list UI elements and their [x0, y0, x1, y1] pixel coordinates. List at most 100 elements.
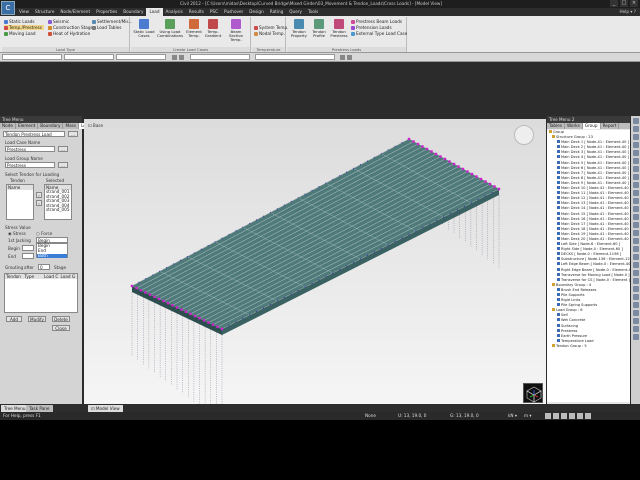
toolbar-icon[interactable] [179, 55, 184, 60]
delete-button[interactable]: Delete [52, 316, 70, 322]
view-tool-icon[interactable] [632, 246, 639, 252]
view-tool-icon[interactable] [632, 334, 639, 340]
static-loads-item[interactable]: Static Loads [4, 19, 35, 24]
view-tool-icon[interactable] [632, 286, 639, 292]
stress-radio[interactable]: ◉ Stress [8, 231, 26, 236]
add-button[interactable]: Add [6, 316, 22, 322]
view-tool-icon[interactable] [632, 126, 639, 132]
menu-view[interactable]: View [16, 8, 32, 16]
view-tool-icon[interactable] [632, 118, 639, 124]
force-radio[interactable]: ○ Force [36, 231, 52, 236]
view-tool-icon[interactable] [632, 302, 639, 308]
load-group-select[interactable]: Prestress [5, 162, 55, 168]
tab-boundary[interactable]: Boundary [38, 123, 64, 129]
selected-tendon-list[interactable]: Name strand_001 strand_002 strand_003 stran… [44, 184, 72, 220]
menu-boundary[interactable]: Boundary [120, 8, 146, 16]
tab-mass[interactable]: Mass [63, 123, 79, 129]
help-menu[interactable]: Help ▾ ? [619, 8, 636, 16]
status-unit-force[interactable]: kN ▾ [508, 412, 517, 420]
element-temp-button[interactable]: Element Temp. [185, 19, 203, 38]
tendon-list[interactable]: Name [6, 184, 34, 220]
view-tool-icon[interactable] [632, 262, 639, 268]
minimize-icon[interactable]: _ [610, 0, 618, 7]
seismic-item[interactable]: Seismic [48, 19, 69, 24]
menu-properties[interactable]: Properties [93, 8, 120, 16]
toolbar-field-3[interactable] [116, 54, 166, 60]
moving-load-item[interactable]: Moving Load [4, 31, 36, 36]
load-case-select[interactable]: Prestress [5, 146, 55, 152]
view-tool-icon[interactable] [632, 150, 639, 156]
menu-analysis[interactable]: Analysis [163, 8, 186, 16]
tab-group[interactable]: Group [582, 123, 601, 129]
load-tables-item[interactable]: Load Tables [92, 25, 121, 30]
load-group-more-button[interactable]: ... [58, 162, 68, 168]
tab-node[interactable]: Node [0, 123, 16, 129]
status-icon[interactable] [545, 413, 551, 419]
menu-psc[interactable]: PSC [207, 8, 221, 16]
using-load-combinations-button[interactable]: Using Load Combinations [157, 19, 183, 38]
beam-section-temp-button[interactable]: Beam Section Temp. [223, 19, 249, 42]
tab-works[interactable]: Works [565, 123, 583, 129]
close-icon[interactable]: × [630, 0, 638, 7]
prestress-beam-loads-item[interactable]: Prestress Beam Loads [351, 19, 402, 24]
menu-node-element[interactable]: Node/Element [57, 8, 93, 16]
system-temp-item[interactable]: System Temp. [254, 25, 288, 30]
toolbar-field-1[interactable] [2, 54, 62, 60]
menu-results[interactable]: Results [186, 8, 207, 16]
view-tool-icon[interactable] [632, 190, 639, 196]
view-tool-icon[interactable] [632, 182, 639, 188]
tendon-load-table[interactable]: Tendon Type Load C Load G [4, 273, 78, 313]
status-icon[interactable] [553, 413, 559, 419]
construction-stage-item[interactable]: Construction Stage [48, 25, 93, 30]
menu-structure[interactable]: Structure [32, 8, 57, 16]
jacking-option-selected[interactable]: Both [37, 253, 67, 259]
view-tool-icon[interactable] [632, 158, 639, 164]
load-case-more-button[interactable]: ... [58, 146, 68, 152]
nav-cube-icon[interactable] [523, 383, 543, 403]
tab-model-view[interactable]: ⊡ Model View [88, 405, 123, 412]
end-input[interactable] [22, 253, 34, 259]
status-icon[interactable] [585, 413, 591, 419]
view-tool-icon[interactable] [632, 310, 639, 316]
tendon-profile-button[interactable]: Tendon Profile [310, 19, 328, 38]
tree-item[interactable]: Tendon Group : 5 [547, 343, 630, 349]
status-icon[interactable] [577, 413, 583, 419]
move-left-button[interactable]: ‹ [36, 200, 42, 206]
temp-gradient-button[interactable]: Temp. Gradient [204, 19, 222, 38]
list-item[interactable]: strand_005 [45, 208, 71, 213]
status-icon[interactable] [561, 413, 567, 419]
pretension-loads-item[interactable]: Pretension Loads [351, 25, 392, 30]
heat-of-hydration-item[interactable]: Heat of Hydration [48, 31, 90, 36]
toolbar-field-4[interactable] [190, 54, 250, 60]
menu-query[interactable]: Query [286, 8, 305, 16]
view-tool-icon[interactable] [632, 294, 639, 300]
view-tool-icon[interactable] [632, 214, 639, 220]
grouting-stage-input[interactable]: 0 [38, 264, 50, 270]
load-type-dropdown[interactable]: Tendon Prestress Load [3, 131, 65, 137]
tab-report[interactable]: Report [601, 123, 620, 129]
view-tool-icon[interactable] [632, 254, 639, 260]
static-load-cases-button[interactable]: Static Load Cases [133, 19, 155, 38]
view-tool-icon[interactable] [632, 166, 639, 172]
move-right-button[interactable]: › [36, 192, 42, 198]
tab-element[interactable]: Element [16, 123, 39, 129]
tab-tree-menu[interactable]: Tree Menu [1, 405, 29, 412]
menu-load[interactable]: Load [146, 8, 163, 16]
tendon-prestress-button[interactable]: Tendon Prestress [329, 19, 349, 38]
tendon-property-button[interactable]: Tendon Property [289, 19, 309, 38]
view-tool-icon[interactable] [632, 326, 639, 332]
view-tool-icon[interactable] [632, 206, 639, 212]
begin-input[interactable] [22, 245, 34, 251]
toolbar-icon[interactable] [340, 55, 345, 60]
load-type-more-button[interactable]: ... [68, 131, 78, 137]
settlement-item[interactable]: Settlement/Mis... [92, 19, 133, 24]
view-tool-icon[interactable] [632, 174, 639, 180]
view-tool-icon[interactable] [632, 142, 639, 148]
modify-button[interactable]: Modify [28, 316, 46, 322]
tab-tables[interactable]: Tables [547, 123, 566, 129]
view-tool-icon[interactable] [632, 318, 639, 324]
external-type-load-case-item[interactable]: External Type Load Case [351, 31, 407, 36]
temp-prestress-item[interactable]: Temp./Prestress [4, 25, 44, 30]
view-tool-icon[interactable] [632, 270, 639, 276]
close-button[interactable]: Close [52, 325, 70, 331]
